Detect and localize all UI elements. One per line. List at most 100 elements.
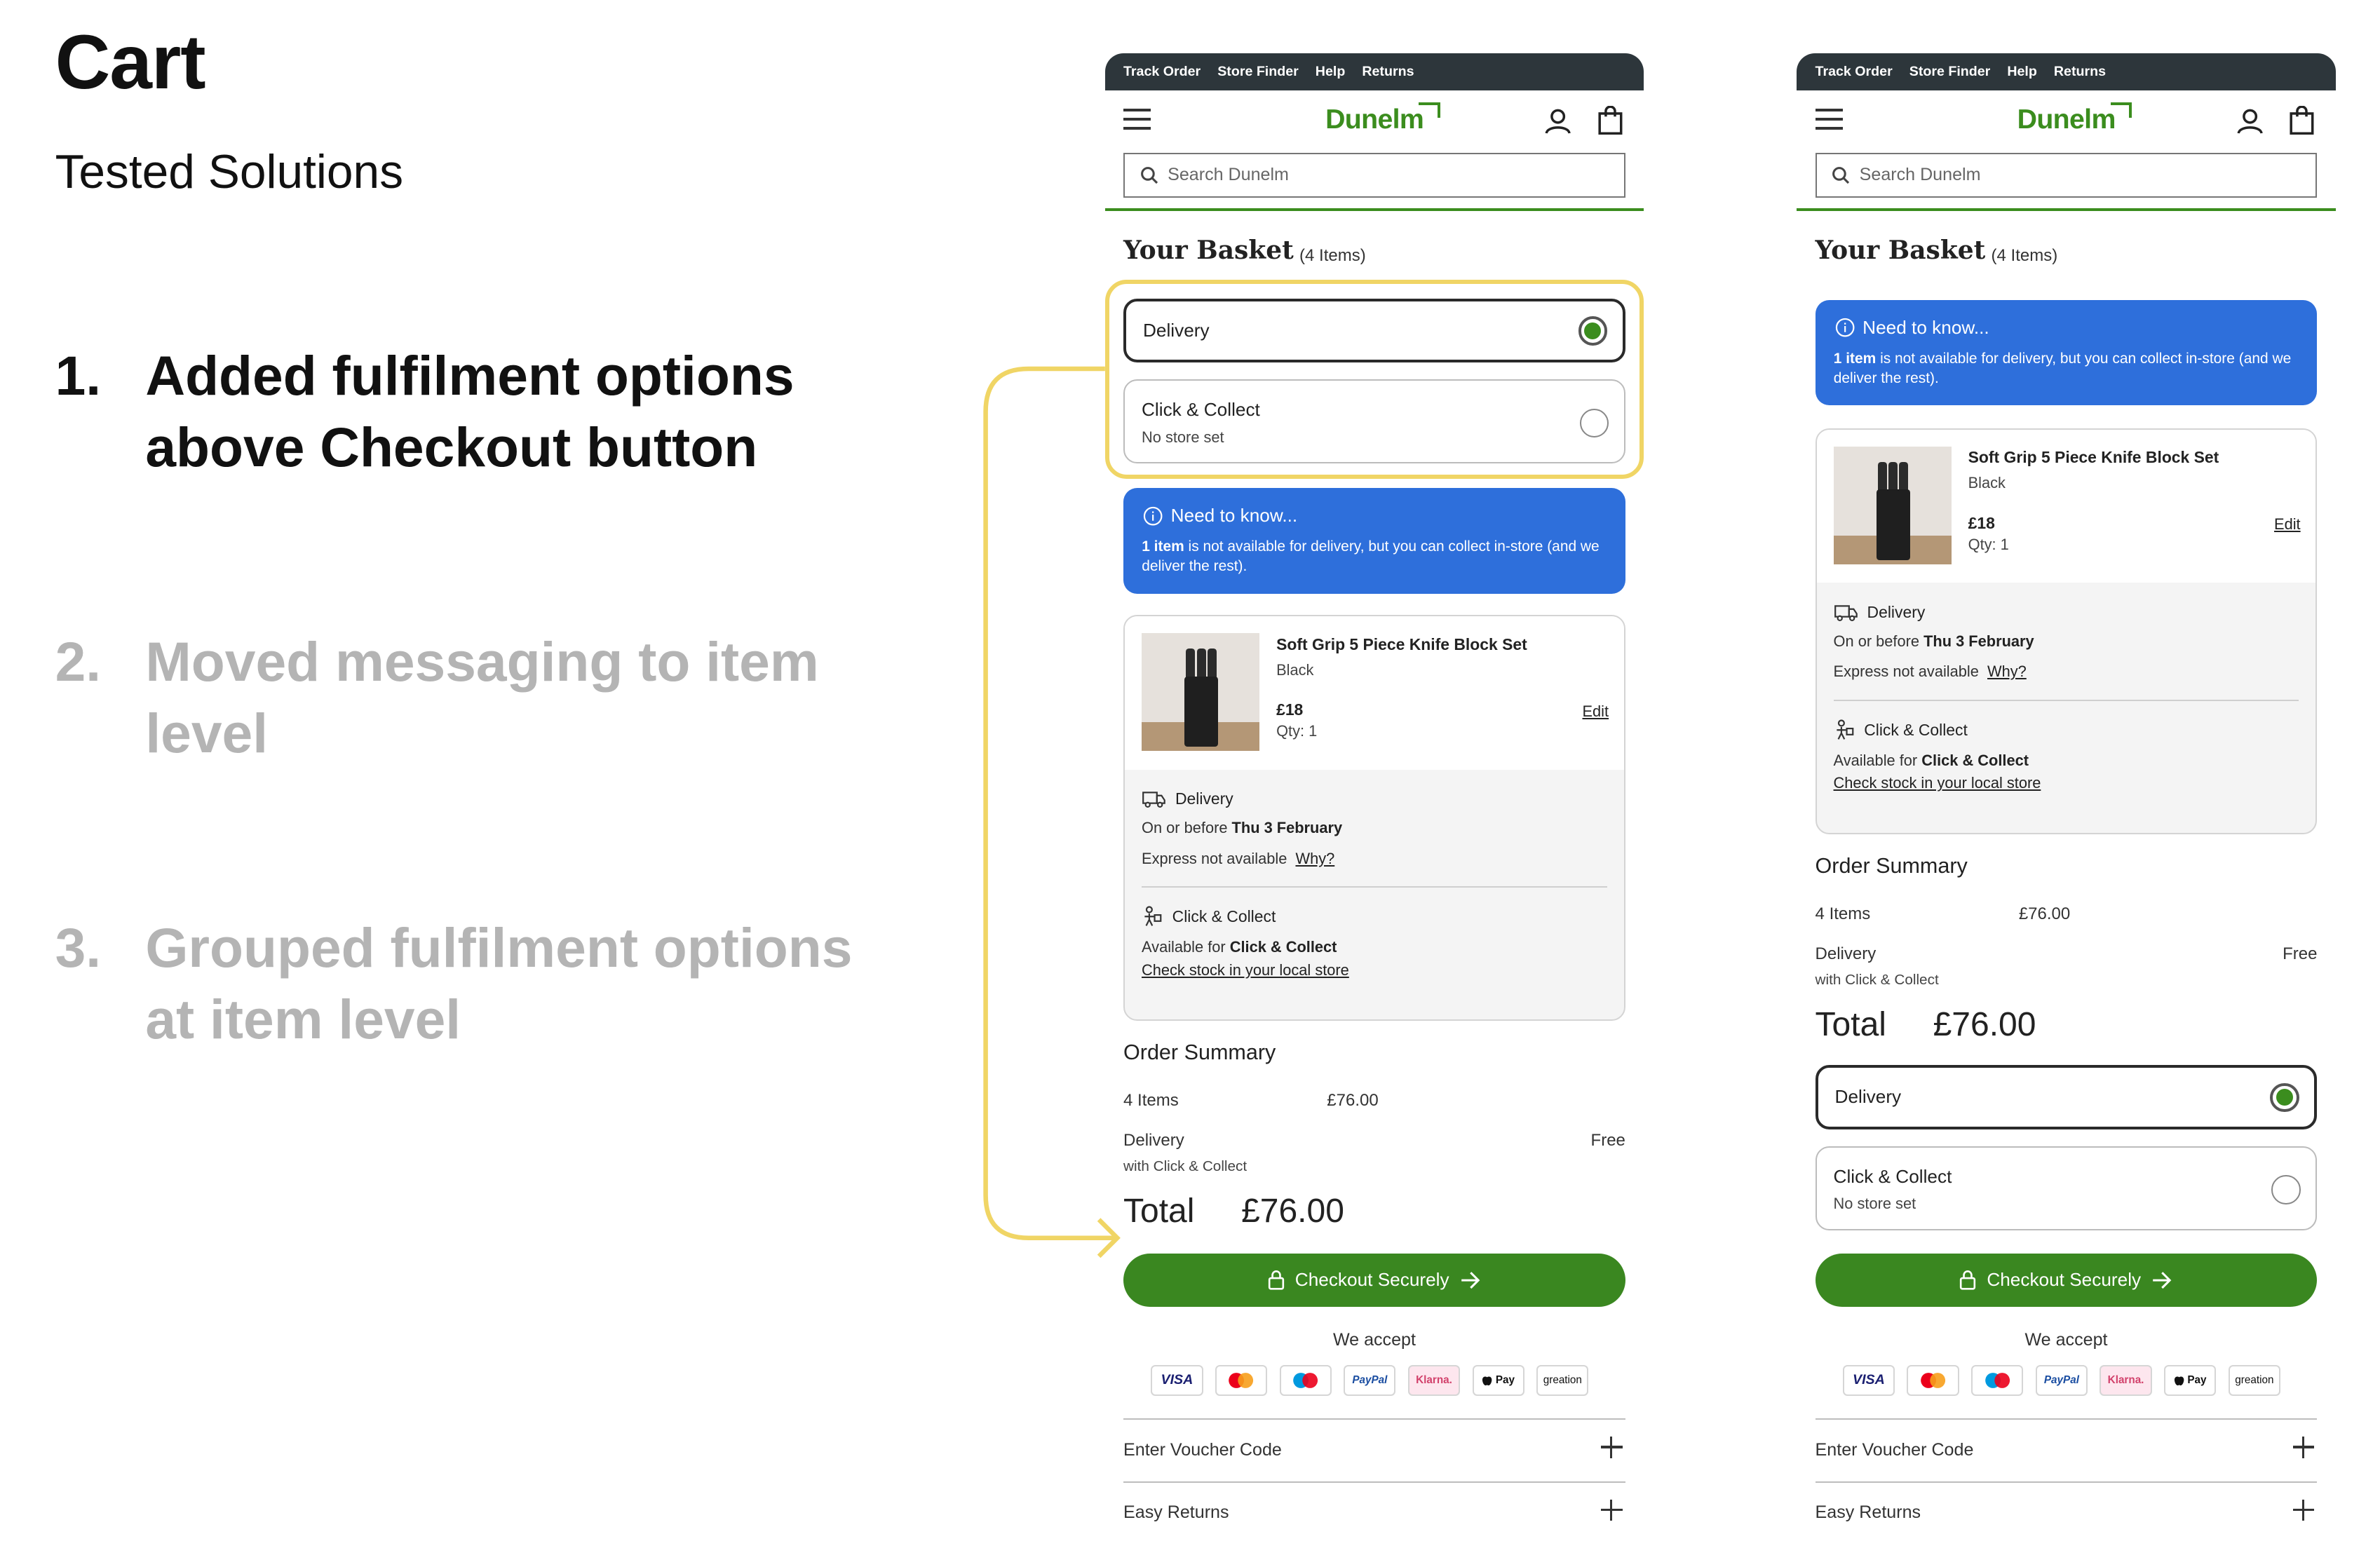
account-icon[interactable] [1544,107,1571,135]
basket-icon[interactable] [2290,105,2314,135]
delivery-date: Thu 3 February [1923,632,2034,650]
delivery-head-text: Delivery [1175,789,1233,808]
plus-icon[interactable] [2292,1499,2315,1521]
info-body: 1 item is not available for delivery, bu… [1142,537,1616,577]
menu-icon[interactable] [1815,108,1843,130]
we-accept-label: We accept [2024,1329,2108,1350]
we-accept-label: We accept [1332,1329,1416,1350]
edit-link[interactable]: Edit [1583,702,1609,721]
returns-accordion[interactable]: Easy Returns [1123,1481,1625,1541]
check-stock-link[interactable]: Check stock in your local store [1142,961,1624,979]
nav-help[interactable]: Help [2007,64,2037,80]
maestro-icon [1279,1364,1332,1396]
express-line: Express not available Why? [1142,850,1624,868]
basket-title: Your Basket [1123,236,1294,266]
lock-icon [1268,1270,1284,1291]
arrow-right-icon [2153,1271,2172,1289]
phone-mockup-b: Track Order Store Finder Help Returns Du… [1797,53,2336,1541]
product-qty: Qty: 1 [1276,721,1318,740]
collect-availability: Available for Click & Collect [1142,938,1624,956]
arrow-right-icon [1461,1271,1480,1289]
site-header: Dunelm [1797,90,2335,151]
menu-icon[interactable] [1123,108,1151,130]
logo-roof-icon [2110,102,2132,118]
product-price: £18 [1276,700,1304,719]
nav-track-order[interactable]: Track Order [1123,64,1201,80]
product-image[interactable] [1833,447,1952,565]
info-bold: 1 item [1142,538,1184,555]
nav-help[interactable]: Help [1316,64,1346,80]
click-collect-option[interactable]: Click & Collect No store set [1815,1146,2318,1230]
express-text: Express not available [1142,849,1287,867]
collect-pre: Available for [1833,751,1922,769]
total-label: Total [1815,1005,1886,1043]
voucher-label: Enter Voucher Code [1815,1439,1974,1460]
solution-text: Grouped fulfilment options at item level [145,916,853,1051]
returns-accordion[interactable]: Easy Returns [1815,1481,2318,1541]
product-qty: Qty: 1 [1968,535,2009,553]
site-header: Dunelm [1105,90,1644,151]
product-name[interactable]: Soft Grip 5 Piece Knife Block Set [1968,448,2219,467]
delivery-radio[interactable] [2270,1082,2299,1113]
why-link[interactable]: Why? [1987,663,2027,680]
checkout-button[interactable]: Checkout Securely [1123,1253,1625,1307]
greation-icon: greation [2228,1364,2280,1396]
apple-pay-icon: Pay [2164,1364,2217,1396]
product-image[interactable] [1142,633,1260,752]
need-to-know-banner: Need to know... 1 item is not available … [1815,299,2318,406]
phone-mockup-a: Track Order Store Finder Help Returns Du… [1104,53,1644,1541]
collect-heading: Click & Collect [1834,719,2316,741]
delivery-value: Free [2283,944,2318,963]
dunelm-logo[interactable]: Dunelm [1325,104,1424,135]
nav-store-finder[interactable]: Store Finder [1909,64,1991,80]
collect-pre: Available for [1142,938,1230,956]
collect-heading: Click & Collect [1142,906,1624,928]
delivery-option-label: Delivery [1834,1086,1902,1108]
checkout-button[interactable]: Checkout Securely [1815,1253,2318,1307]
delivery-pre: On or before [1142,819,1232,837]
express-line: Express not available Why? [1834,663,2316,681]
nav-returns[interactable]: Returns [2054,64,2106,80]
returns-label: Easy Returns [1815,1502,1921,1523]
order-summary-heading: Order Summary [1815,853,1968,878]
klarna-icon: Klarna. [2100,1364,2152,1396]
why-link[interactable]: Why? [1295,850,1334,867]
maestro-icon [1971,1364,2024,1396]
info-title: Need to know... [1170,505,1298,527]
items-label: 4 Items [1123,1091,1179,1111]
search-icon [1140,166,1158,184]
plus-icon[interactable] [1601,1437,1623,1458]
person-collect-icon [1144,906,1162,927]
basket-count: (4 Items) [1991,246,2058,266]
nav-track-order[interactable]: Track Order [1816,64,1893,80]
delivery-option[interactable]: Delivery [1815,1065,2318,1129]
items-value: £76.00 [2018,904,2071,923]
utility-nav: Track Order Store Finder Help Returns [1104,53,1644,90]
product-colour: Black [1276,660,1314,679]
voucher-accordion[interactable]: Enter Voucher Code [1815,1418,2318,1481]
item-summary: Soft Grip 5 Piece Knife Block Set Black … [1816,430,2316,583]
voucher-accordion[interactable]: Enter Voucher Code [1123,1418,1625,1481]
delivery-label: Delivery [1123,1130,1184,1150]
apple-pay-text: Pay [2187,1374,2207,1387]
delivery-heading: Delivery [1142,789,1624,808]
plus-icon[interactable] [1601,1499,1623,1521]
nav-returns[interactable]: Returns [1362,64,1414,80]
paypal-icon: PayPal [2035,1364,2088,1396]
plus-icon[interactable] [2292,1437,2315,1458]
edit-link[interactable]: Edit [2274,515,2301,534]
nav-store-finder[interactable]: Store Finder [1217,64,1299,80]
click-collect-radio[interactable] [2271,1175,2301,1204]
dunelm-logo[interactable]: Dunelm [2017,104,2116,135]
collect-head-text: Click & Collect [1864,720,1968,739]
search-input[interactable]: Search Dunelm [1123,153,1625,198]
person-collect-icon [1836,719,1853,740]
check-stock-link[interactable]: Check stock in your local store [1834,774,2316,792]
basket-icon[interactable] [1598,105,1623,135]
account-icon[interactable] [2236,107,2264,135]
delivery-label: Delivery [1815,944,1877,963]
search-input[interactable]: Search Dunelm [1815,153,2318,198]
basket-item: Soft Grip 5 Piece Knife Block Set Black … [1123,615,1625,1021]
info-icon [1144,506,1163,526]
product-name[interactable]: Soft Grip 5 Piece Knife Block Set [1276,635,1527,654]
